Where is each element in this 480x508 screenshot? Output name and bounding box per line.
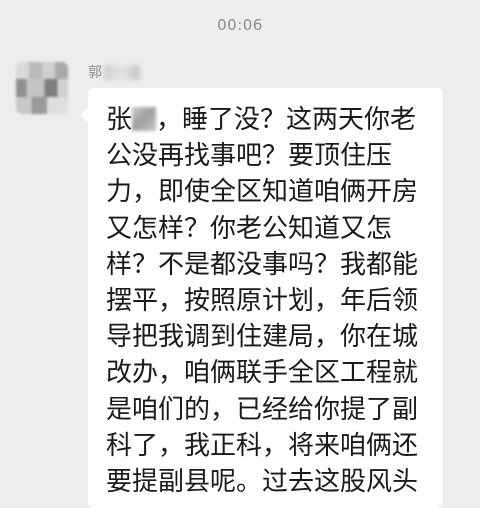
message-line: 公没再找事吧？要顶住压 <box>106 141 393 172</box>
redacted-text-block <box>132 107 157 131</box>
message-line: 张 ，睡了没？这两天你老 <box>106 102 429 138</box>
message-line: 又怎样？你老公知道又怎 <box>106 213 393 244</box>
message-line: 导把我调到住建局，你在城 <box>106 322 419 353</box>
message-line-rest: ，睡了没？这两天你老 <box>156 105 417 135</box>
message-line: 是咱们的，已经给你提了副 <box>106 394 419 425</box>
message-bubble[interactable]: 张 ，睡了没？这两天你老 公没再找事吧？要顶住压 力，即使全区知道咱俩开房 又怎样… <box>80 88 443 508</box>
redacted-name-block <box>104 64 140 80</box>
message-line-start: 张 <box>106 105 133 135</box>
message-line: 摆平，按照原计划，年后领 <box>106 286 419 317</box>
message-line: 要提副县呢。过去这股风头 <box>106 467 419 498</box>
sender-name: 郭 <box>88 62 140 82</box>
message-line: 力，即使全区知道咱俩开房 <box>106 177 419 208</box>
sender-avatar[interactable] <box>16 62 68 114</box>
message-line: 科了，我正科，将来咱俩还 <box>106 430 419 461</box>
message-line: 改办，咱俩联手全区工程就 <box>106 358 419 389</box>
message-timestamp: 00:06 <box>217 16 263 34</box>
message-line: 样？不是都没事吗？我都能 <box>106 249 419 280</box>
sender-name-text: 郭 <box>88 65 102 81</box>
